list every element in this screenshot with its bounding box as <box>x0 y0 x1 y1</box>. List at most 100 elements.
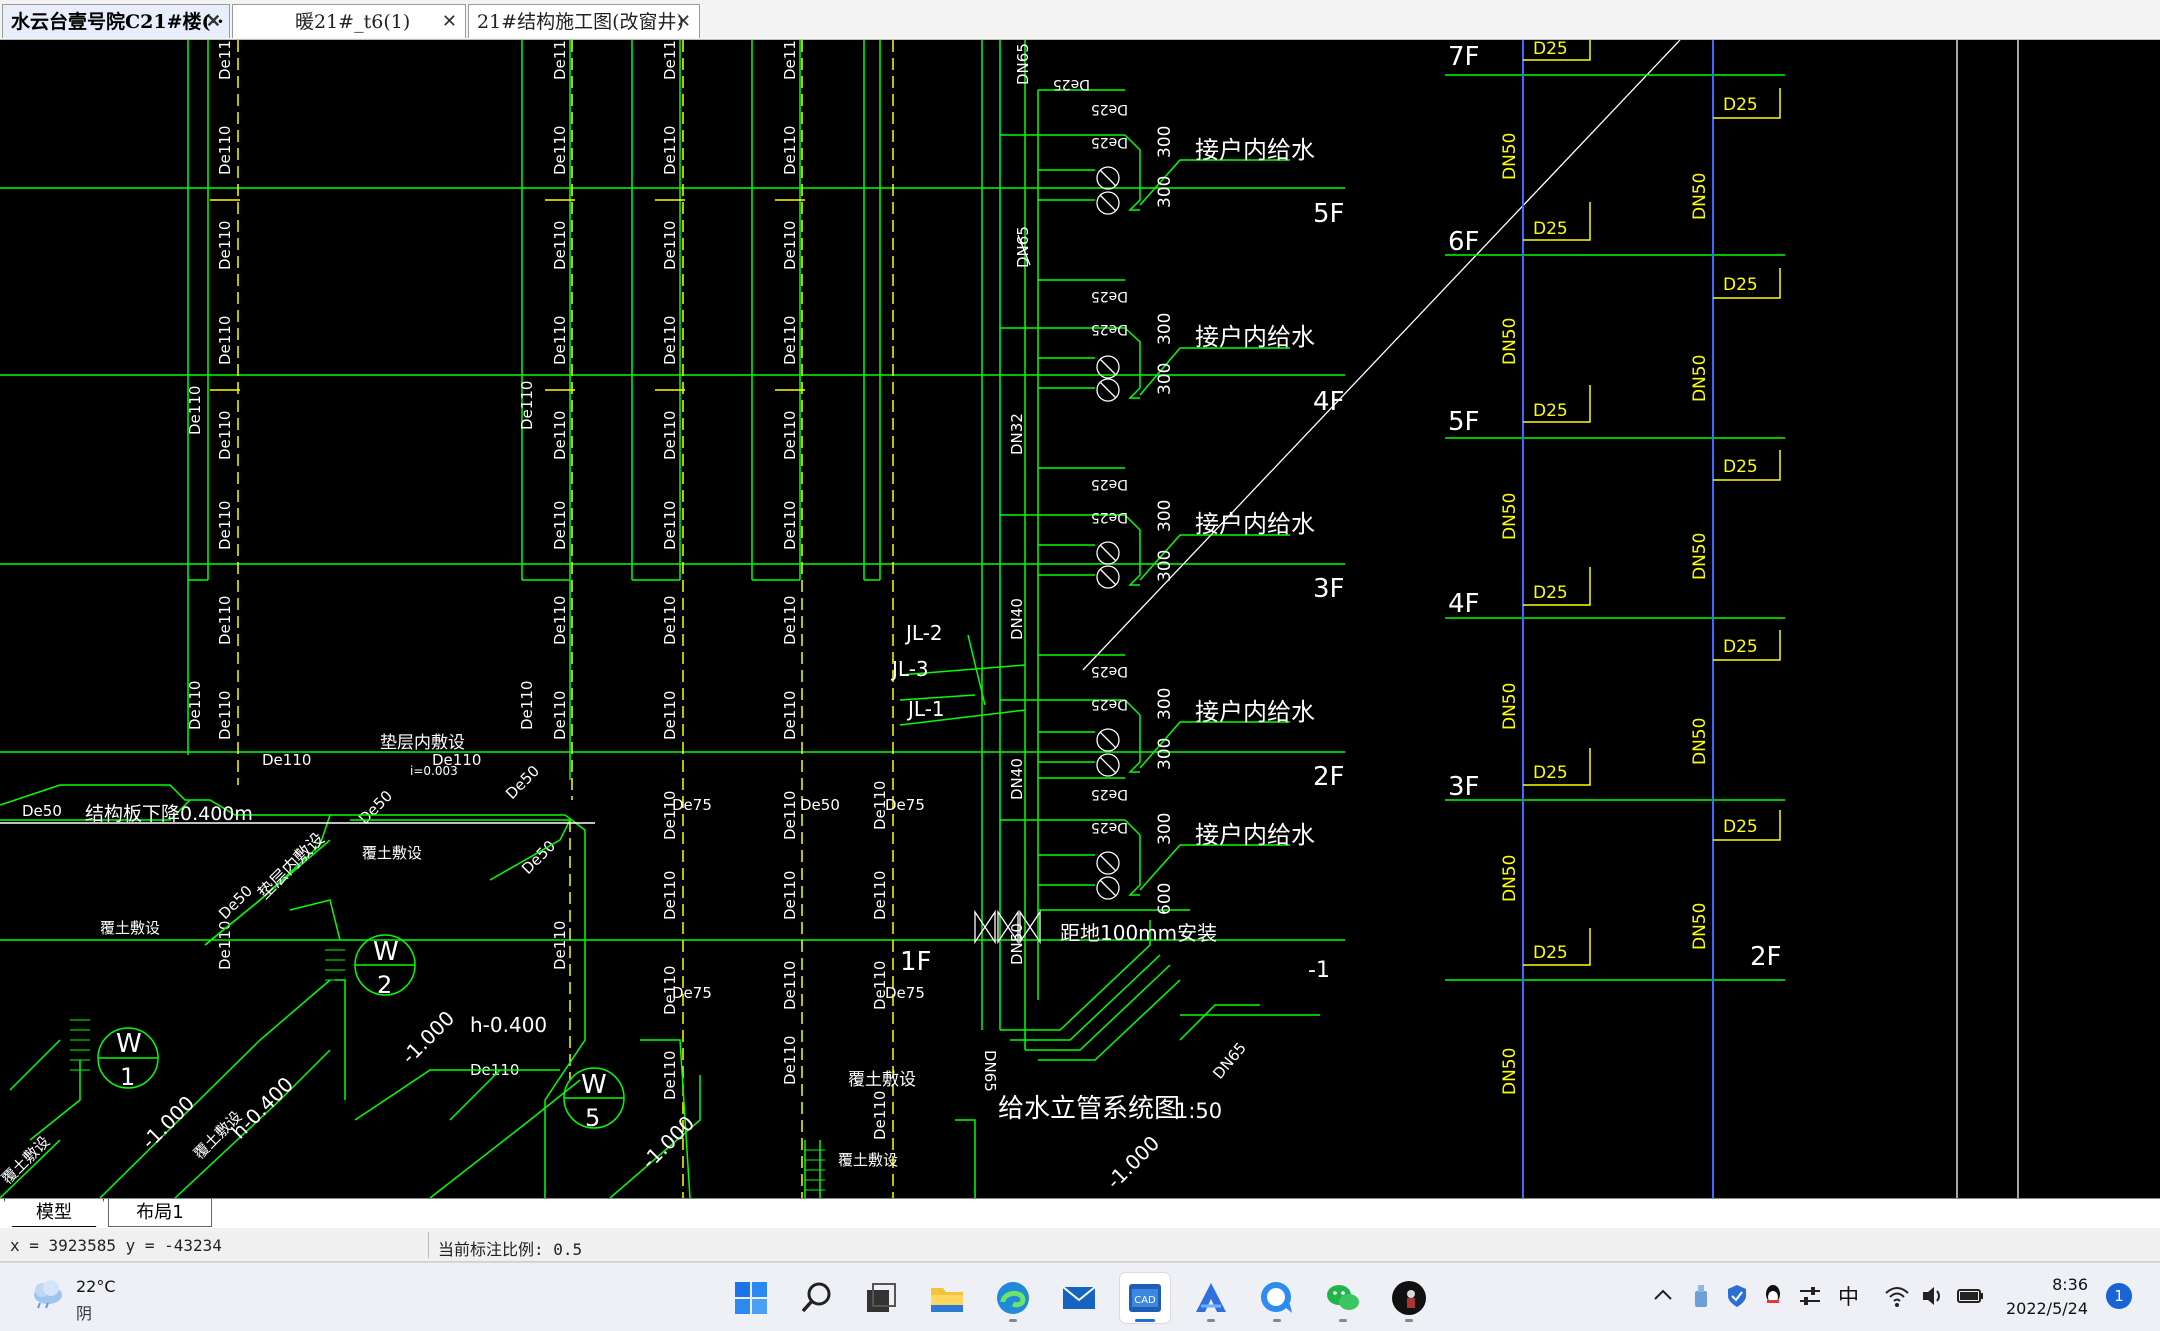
svg-text:CAD: CAD <box>1134 1295 1156 1306</box>
svg-text:D25: D25 <box>1723 457 1758 477</box>
svg-text:覆土敷设: 覆土敷设 <box>838 1151 898 1169</box>
battery-icon[interactable] <box>1956 1283 1986 1309</box>
edge-button[interactable] <box>988 1273 1038 1323</box>
svg-text:7F: 7F <box>1448 42 1480 72</box>
svg-text:D25: D25 <box>1723 95 1758 115</box>
svg-text:JL-2: JL-2 <box>904 621 943 645</box>
svg-text:5F: 5F <box>1448 407 1480 437</box>
svg-text:300: 300 <box>1155 738 1175 770</box>
usb-icon[interactable] <box>1690 1283 1712 1309</box>
running-indicator <box>1009 1319 1017 1322</box>
app-chat-icon <box>1261 1282 1292 1313</box>
avatar-app-button[interactable] <box>1384 1273 1434 1323</box>
svg-text:De110: De110 <box>661 691 679 740</box>
status-bar: x = 3923585 y = -43234 当前标注比例: 0.5 <box>0 1228 2160 1262</box>
tab-layout1[interactable]: 布局1 <box>108 1199 212 1227</box>
svg-text:De110: De110 <box>661 316 679 365</box>
svg-text:De25: De25 <box>1091 786 1128 802</box>
clock-time[interactable]: 8:36 <box>2008 1275 2088 1294</box>
svg-text:De110: De110 <box>781 501 799 550</box>
mail-button[interactable] <box>1054 1273 1104 1323</box>
avatar-app-icon <box>1392 1281 1426 1315</box>
close-icon[interactable]: ✕ <box>676 5 691 38</box>
svg-text:De110: De110 <box>262 751 311 769</box>
svg-text:DN40: DN40 <box>1008 758 1026 800</box>
qq-icon[interactable] <box>1762 1283 1784 1309</box>
svg-text:De75: De75 <box>672 796 712 814</box>
svg-text:-1: -1 <box>1308 958 1330 983</box>
svg-text:De110: De110 <box>661 1051 679 1100</box>
svg-text:De110: De110 <box>551 501 569 550</box>
tab-structure-drawing[interactable]: 21#结构施工图(改窗井) ✕ <box>468 4 700 38</box>
svg-text:2F: 2F <box>1750 942 1782 972</box>
annotation-scale[interactable]: 当前标注比例: 0.5 <box>438 1236 582 1260</box>
status-divider <box>428 1232 429 1258</box>
svg-text:De110: De110 <box>781 40 799 80</box>
tab-heating-t6[interactable]: 暖21#_t6(1) ✕ <box>232 4 466 38</box>
weather-condition: 阴 <box>76 1304 93 1323</box>
svg-text:DN40: DN40 <box>1008 598 1026 640</box>
wechat-icon <box>1327 1285 1359 1310</box>
close-icon[interactable]: ✕ <box>206 5 221 38</box>
svg-text:De110: De110 <box>781 691 799 740</box>
svg-text:覆土敷设: 覆土敷设 <box>848 1070 916 1090</box>
svg-text:D25: D25 <box>1723 637 1758 657</box>
svg-text:300: 300 <box>1155 550 1175 582</box>
cad-app-button[interactable]: CAD <box>1120 1273 1170 1323</box>
svg-text:De25: De25 <box>1091 509 1128 525</box>
start-button[interactable] <box>726 1273 776 1323</box>
svg-text:De110: De110 <box>781 791 799 840</box>
cloud-icon <box>34 1280 62 1309</box>
svg-text:De110: De110 <box>661 126 679 175</box>
app-a-button[interactable] <box>1186 1273 1236 1323</box>
windows-taskbar: 22°C 阴 CAD 中 8:36 2022/5/24 1 <box>0 1262 2160 1331</box>
edge-icon <box>997 1282 1029 1314</box>
svg-text:垫层内敷设: 垫层内敷设 <box>380 733 465 753</box>
svg-text:De25: De25 <box>1091 321 1128 337</box>
svg-text:De110: De110 <box>216 691 234 740</box>
svg-text:4F: 4F <box>1313 387 1345 417</box>
svg-text:W: W <box>581 1070 607 1100</box>
svg-text:2: 2 <box>377 971 392 999</box>
tab-c21-building[interactable]: 水云台壹号院C21#楼(·· ✕ <box>2 4 230 38</box>
svg-text:DN65: DN65 <box>1014 226 1032 268</box>
file-explorer-button[interactable] <box>922 1273 972 1323</box>
svg-text:300: 300 <box>1155 126 1175 158</box>
svg-text:De50: De50 <box>800 796 840 814</box>
svg-text:De25: De25 <box>1091 696 1128 712</box>
task-view-button[interactable] <box>856 1273 906 1323</box>
svg-text:接户内给水: 接户内给水 <box>1195 821 1315 849</box>
svg-text:接户内给水: 接户内给水 <box>1195 510 1315 538</box>
speaker-icon[interactable] <box>1920 1283 1946 1309</box>
cad-drawing-canvas[interactable]: De110 De110 De110 De110 De110 De110 De11… <box>0 40 2160 1198</box>
svg-text:De110: De110 <box>551 126 569 175</box>
clock-date[interactable]: 2022/5/24 <box>1988 1299 2088 1318</box>
svg-text:De110: De110 <box>871 871 889 920</box>
shield-icon[interactable] <box>1726 1283 1748 1309</box>
svg-text:覆土敷设: 覆土敷设 <box>100 919 160 937</box>
weather-widget[interactable] <box>28 1275 66 1313</box>
svg-text:D25: D25 <box>1723 817 1758 837</box>
svg-text:De75: De75 <box>885 796 925 814</box>
svg-text:DN50: DN50 <box>1690 718 1710 765</box>
svg-text:De110: De110 <box>216 411 234 460</box>
svg-text:给水立管系统图: 给水立管系统图 <box>998 1094 1180 1124</box>
svg-text:De110: De110 <box>781 871 799 920</box>
notification-badge[interactable]: 1 <box>2106 1283 2132 1309</box>
settings-sliders-icon[interactable] <box>1798 1283 1822 1309</box>
app-chat-button[interactable] <box>1252 1273 1302 1323</box>
tab-model[interactable]: 模型 <box>4 1199 104 1227</box>
input-method-indicator[interactable]: 中 <box>1838 1281 1859 1311</box>
svg-text:DN32: DN32 <box>1008 413 1026 455</box>
cad-drawing[interactable]: De110 De110 De110 De110 De110 De110 De11… <box>0 40 2160 1198</box>
chevron-up-icon[interactable] <box>1652 1283 1674 1307</box>
wechat-button[interactable] <box>1318 1273 1368 1323</box>
svg-text:1F: 1F <box>900 947 932 977</box>
svg-text:De110: De110 <box>216 501 234 550</box>
close-icon[interactable]: ✕ <box>442 5 457 38</box>
running-indicator <box>1339 1319 1347 1322</box>
search-button[interactable] <box>792 1273 842 1323</box>
svg-text:1: 1 <box>120 1063 135 1091</box>
wifi-icon[interactable] <box>1884 1283 1910 1309</box>
svg-text:W: W <box>116 1029 142 1059</box>
